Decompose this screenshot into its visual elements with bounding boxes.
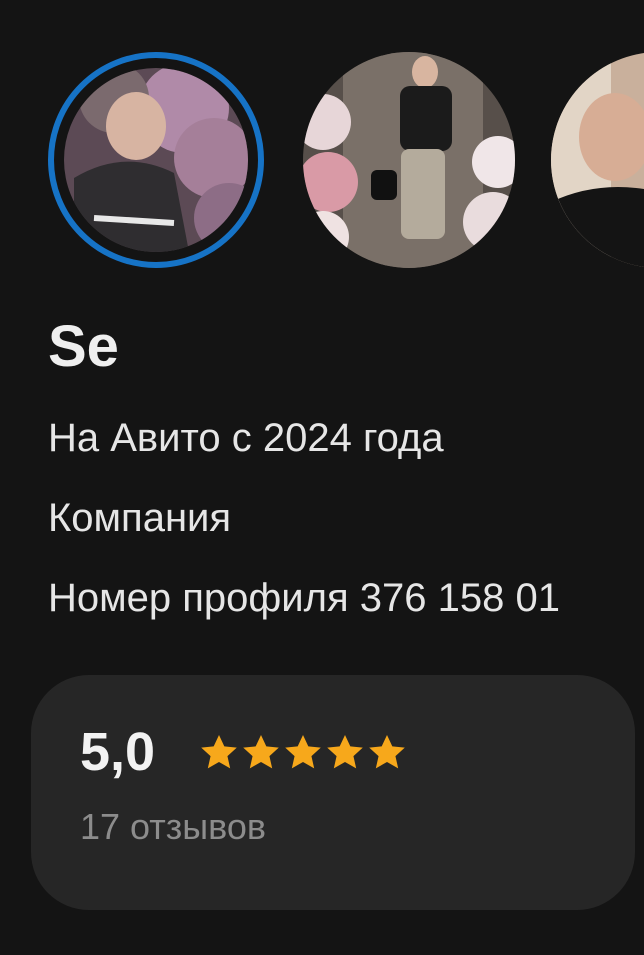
star-icon <box>323 731 367 775</box>
member-since-text: На Авито с 2024 года <box>48 416 444 460</box>
story-avatar-3[interactable] <box>551 52 644 268</box>
rating-stars <box>197 731 407 775</box>
profile-name: Se <box>48 314 119 379</box>
story-photo-3 <box>551 52 644 268</box>
rating-card[interactable]: 5,0 17 отзывов <box>31 675 635 910</box>
rating-value: 5,0 <box>80 722 156 782</box>
story-photo-2 <box>303 52 515 268</box>
star-icon <box>239 731 283 775</box>
reviews-count[interactable]: 17 отзывов <box>80 809 266 845</box>
story-avatar-1[interactable] <box>64 68 248 252</box>
profile-number-text[interactable]: Номер профиля 376 158 01 <box>48 578 560 618</box>
star-icon <box>281 731 325 775</box>
star-icon <box>197 731 241 775</box>
story-avatar-2[interactable] <box>303 52 515 268</box>
profile-page: Se На Авито с 2024 года Компания Номер п… <box>0 0 644 955</box>
story-photo-1 <box>64 68 248 252</box>
star-icon <box>365 731 409 775</box>
account-type-text: Компания <box>48 496 232 540</box>
